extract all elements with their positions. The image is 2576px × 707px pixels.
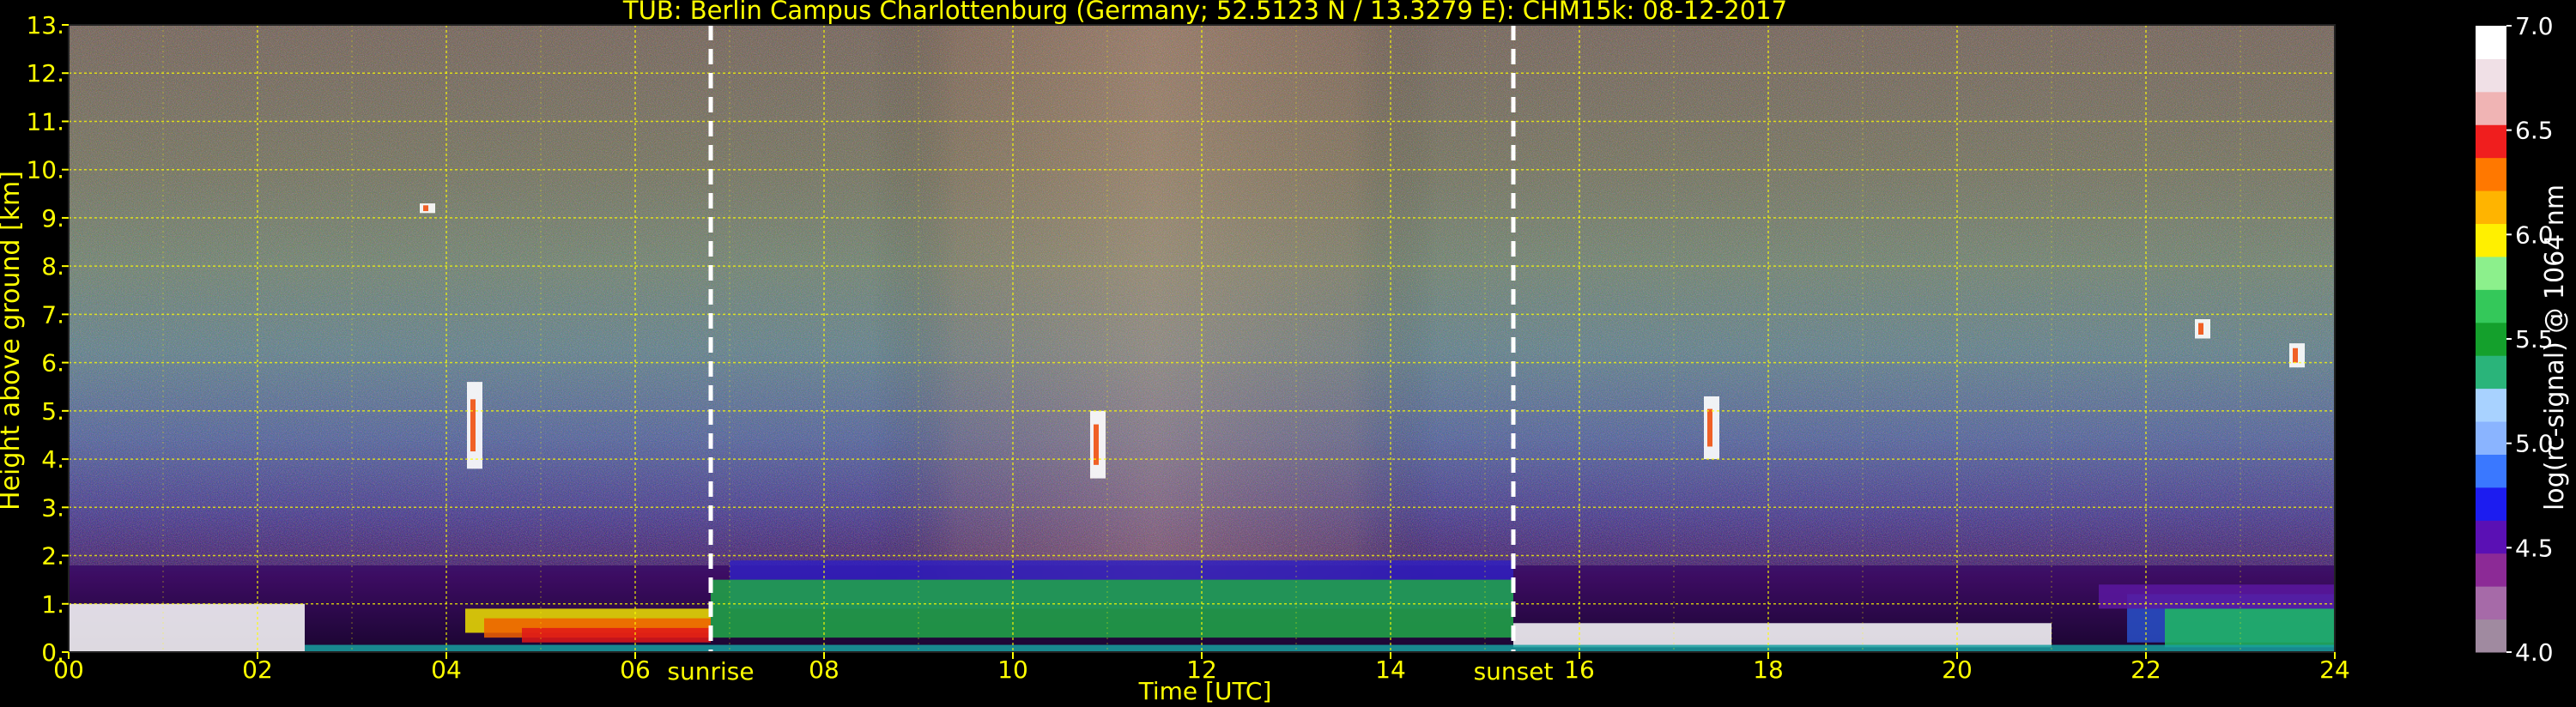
y-axis-ticks: 0. 1. 2. 3. 4. 5. 6. 7. 8. 9. 10. 11. 12. 13. <box>26 11 69 667</box>
x-tick-label: 10 <box>997 656 1028 684</box>
colorbar-segment <box>2476 157 2506 191</box>
sun-annotation-sunset: sunset <box>1474 657 1554 686</box>
x-tick-label: 04 <box>431 656 462 684</box>
sun-annotations: sunrise sunset <box>667 657 1553 686</box>
colorbar-segment <box>2476 586 2506 620</box>
colorbar-tick-label: 7.0 <box>2515 12 2554 40</box>
colorbar-segment <box>2476 322 2506 356</box>
colorbar-tick-label: 4.0 <box>2515 638 2554 667</box>
colorbar-segment <box>2476 289 2506 323</box>
x-tick-label: 06 <box>620 656 651 684</box>
aerosol-layer <box>522 627 711 643</box>
y-tick-label: 7. <box>41 300 64 329</box>
y-tick-label: 10. <box>26 156 64 184</box>
colorbar-segment <box>2476 388 2506 422</box>
colorbar-label: log(rc-signal) @ 1064 nm <box>2540 184 2570 511</box>
x-tick-label: 14 <box>1375 656 1406 684</box>
cloud-core <box>470 399 476 452</box>
aerosol-layer <box>711 579 1513 638</box>
y-tick-label: 6. <box>41 349 64 378</box>
x-tick-label: 02 <box>242 656 273 684</box>
y-tick-label: 0. <box>41 638 64 667</box>
x-tick-label: 20 <box>1942 656 1973 684</box>
aerosol-layer <box>1513 623 2052 648</box>
colorbar-segment <box>2476 619 2506 653</box>
colorbar-segment <box>2476 520 2506 554</box>
plot-area <box>68 24 2336 653</box>
colorbar-segment <box>2476 58 2506 93</box>
cloud-core <box>423 205 428 212</box>
y-tick-label: 1. <box>41 590 64 619</box>
chart-title: TUB: Berlin Campus Charlottenburg (Germa… <box>622 0 1787 25</box>
aerosol-layer <box>2099 584 2335 609</box>
aerosol-layer <box>2165 608 2335 648</box>
sun-annotation-sunrise: sunrise <box>667 657 754 686</box>
x-tick-label: 24 <box>2319 656 2350 684</box>
cloud-core <box>2198 323 2203 335</box>
y-tick-label: 13. <box>26 11 64 39</box>
colorbar-segment <box>2476 124 2506 159</box>
y-tick-label: 3. <box>41 493 64 522</box>
y-tick-label: 12. <box>26 59 64 88</box>
x-tick-label: 08 <box>809 656 839 684</box>
y-axis-label: Height above ground [km] <box>0 171 26 511</box>
lidar-quicklook-chart: TUB: Berlin Campus Charlottenburg (Germa… <box>0 0 2570 705</box>
aerosol-layer <box>305 644 2335 652</box>
colorbar-segment <box>2476 355 2506 390</box>
y-tick-label: 11. <box>26 107 64 136</box>
colorbar-segment <box>2476 91 2506 125</box>
colorbar-segment <box>2476 256 2506 290</box>
y-tick-label: 4. <box>41 445 64 474</box>
x-tick-label: 12 <box>1186 656 1217 684</box>
x-tick-label: 22 <box>2131 656 2161 684</box>
y-tick-label: 5. <box>41 397 64 426</box>
y-tick-label: 9. <box>41 204 64 233</box>
cloud-core <box>1707 408 1712 447</box>
colorbar-segment <box>2476 553 2506 587</box>
x-axis-ticks: 00 02 04 06 08 10 12 14 16 18 20 22 24 <box>53 652 2350 684</box>
colorbar-segment <box>2476 26 2506 59</box>
colorbar-segment <box>2476 421 2506 455</box>
x-tick-label: 18 <box>1753 656 1784 684</box>
colorbar-tick-label: 4.5 <box>2515 534 2554 562</box>
colorbar-tick-label: 6.5 <box>2515 117 2554 145</box>
y-tick-label: 8. <box>41 252 64 281</box>
colorbar-segment <box>2476 486 2506 521</box>
x-tick-label: 16 <box>1564 656 1595 684</box>
colorbar-segment <box>2476 454 2506 488</box>
y-tick-label: 2. <box>41 542 64 571</box>
aerosol-layer <box>69 603 305 652</box>
colorbar-segment <box>2476 190 2506 225</box>
cloud-core <box>2293 347 2298 363</box>
colorbar-segment <box>2476 223 2506 257</box>
